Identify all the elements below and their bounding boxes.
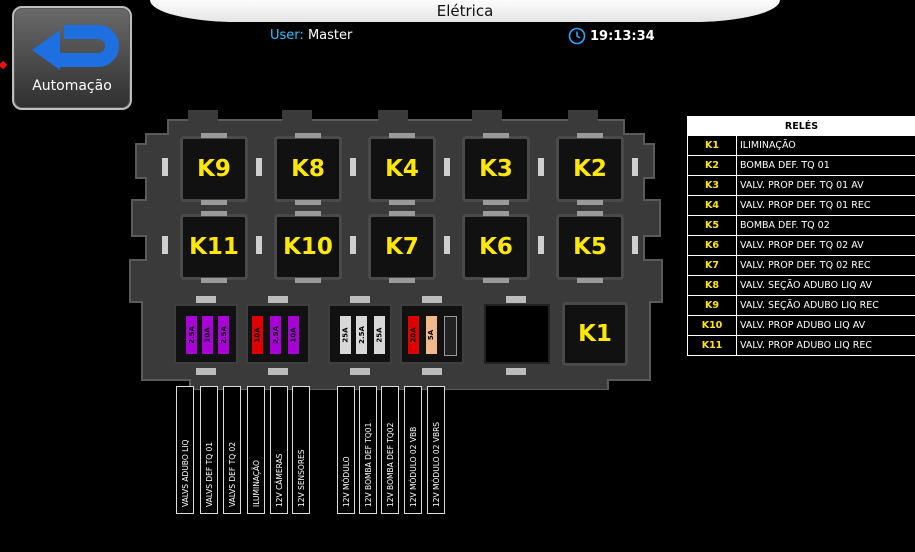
fuse[interactable]: 20A <box>408 316 419 354</box>
relay-clip <box>162 236 168 254</box>
table-row: K4 VALV. PROP DEF. TQ 01 REC <box>687 195 915 216</box>
clock: 19:13:34 <box>568 27 655 45</box>
table-row: K7 VALV. PROP DEF. TQ 02 REC <box>687 255 915 276</box>
empty-relay-slot <box>484 304 550 364</box>
edge-marker <box>0 60 8 70</box>
relay-k5[interactable]: K5 <box>556 211 624 283</box>
fuse-label: ILUMINAÇÃO <box>247 386 265 514</box>
relay-label: K11 <box>189 234 239 260</box>
relay-clip <box>256 158 262 176</box>
table-row: K11 VALV. PROP ADUBO LIQ REC <box>687 335 915 356</box>
fuse[interactable]: 2.5A <box>270 316 281 354</box>
fuse[interactable]: 25A <box>340 316 351 354</box>
fuse-clip <box>422 368 442 375</box>
fuse-label: 12V MÓDULO 02 VBRS <box>427 386 445 514</box>
user-name: Master <box>307 28 353 43</box>
relay-k9[interactable]: K9 <box>180 133 248 205</box>
relay-clip <box>632 158 638 176</box>
back-arrow-icon <box>32 25 119 70</box>
fuse-label: VALVS DEF TQ 01 <box>200 386 218 514</box>
fuse-label: 12V BOMBA DEF TQ02 <box>381 386 399 514</box>
fuse[interactable]: 2.5A <box>218 316 229 354</box>
relay-clip <box>538 236 544 254</box>
relay-label: K6 <box>479 234 513 260</box>
relay-k8[interactable]: K8 <box>274 133 342 205</box>
table-row: K3 VALV. PROP DEF. TQ 01 AV <box>687 175 915 196</box>
user-indicator: User: Master <box>270 28 352 43</box>
relay-k2[interactable]: K2 <box>556 133 624 205</box>
relay-clip <box>444 158 450 176</box>
clock-icon <box>568 27 586 45</box>
relay-label: K1 <box>578 321 612 347</box>
fuse[interactable]: 2.5A <box>186 316 197 354</box>
relay-label: K3 <box>479 156 513 182</box>
fuse-label: VALVS DEF TQ 02 <box>223 386 241 514</box>
relay-k6[interactable]: K6 <box>462 211 530 283</box>
fuse[interactable]: 5A <box>426 316 437 354</box>
table-row: K5 BOMBA DEF. TQ 02 <box>687 215 915 236</box>
relay-label: K8 <box>291 156 325 182</box>
table-row: K1 ILIMINAÇÃO <box>687 135 915 156</box>
fuse-clip <box>196 296 216 303</box>
fuse[interactable]: 10A <box>288 316 299 354</box>
relay-k4[interactable]: K4 <box>368 133 436 205</box>
relay-label: K2 <box>573 156 607 182</box>
relay-k10[interactable]: K10 <box>274 211 342 283</box>
relay-table: RELÉS K1 ILIMINAÇÃO K2 BOMBA DEF. TQ 01 K3… <box>687 116 915 356</box>
fuse-clip <box>422 296 442 303</box>
fuse-label: 12V MÓDULO <box>337 386 355 514</box>
relay-clip <box>350 158 356 176</box>
fuse-clip <box>350 296 370 303</box>
fuse[interactable]: 10A <box>202 316 213 354</box>
fuse-clip <box>196 368 216 375</box>
fuse-box-diagram: K9 K8 K4 K3 K2 K11 K10 K7 K6 K5 2.5A 10A… <box>122 110 670 390</box>
table-row: K2 BOMBA DEF. TQ 01 <box>687 155 915 176</box>
relay-clip <box>538 158 544 176</box>
relay-clip <box>256 236 262 254</box>
back-button-label: Automação <box>32 78 112 94</box>
relay-label: K10 <box>283 234 333 260</box>
fuse-block-2: 10A 2.5A 10A <box>246 304 310 364</box>
header-bar: Elétrica User: Master 19:13:34 <box>150 0 780 52</box>
relay-label: K4 <box>385 156 419 182</box>
fuse[interactable]: 10A <box>252 316 263 354</box>
fuse-clip <box>268 368 288 375</box>
relay-label: K5 <box>573 234 607 260</box>
relay-k11[interactable]: K11 <box>180 211 248 283</box>
fuse-block-3: 25A 2.5A 25A <box>328 304 392 364</box>
fuse-label: 12V MÓDULO 02 VBB <box>404 386 422 514</box>
relay-clip <box>350 236 356 254</box>
relay-clip <box>444 236 450 254</box>
fuse-label: 12V SENSORES <box>292 386 310 514</box>
relay-table-title: RELÉS <box>687 116 915 136</box>
fuse-clip <box>268 296 288 303</box>
relay-k7[interactable]: K7 <box>368 211 436 283</box>
fuse-block-1: 2.5A 10A 2.5A <box>174 304 238 364</box>
table-row: K8 VALV. SEÇÃO ADUBO LIQ AV <box>687 275 915 296</box>
fuse-label: VALVS ADUBO LIQ <box>176 386 194 514</box>
fuse-label: 12V BOMBA DEF TQ01 <box>359 386 377 514</box>
fuse-block-4: 20A 5A <box>400 304 464 364</box>
relay-clip <box>162 158 168 176</box>
fuse-label: 12V CÂMERAS <box>270 386 288 514</box>
fuse-empty-slot <box>444 316 457 356</box>
page-title: Elétrica <box>436 2 494 20</box>
fuse-clip <box>506 296 526 303</box>
fuse[interactable]: 25A <box>374 316 385 354</box>
user-label: User: <box>270 28 304 43</box>
fuse-clip <box>350 368 370 375</box>
back-button[interactable]: Automação <box>12 6 132 110</box>
table-row: K6 VALV. PROP DEF. TQ 02 AV <box>687 235 915 256</box>
fuse-clip <box>506 368 526 375</box>
current-time: 19:13:34 <box>590 28 655 44</box>
relay-label: K7 <box>385 234 419 260</box>
table-row: K10 VALV. PROP ADUBO LIQ AV <box>687 315 915 336</box>
relay-label: K9 <box>197 156 231 182</box>
relay-k1[interactable]: K1 <box>562 302 628 366</box>
fuse[interactable]: 2.5A <box>356 316 367 354</box>
relay-clip <box>632 236 638 254</box>
relay-k3[interactable]: K3 <box>462 133 530 205</box>
table-row: K9 VALV. SEÇÃO ADUBO LIQ REC <box>687 295 915 316</box>
